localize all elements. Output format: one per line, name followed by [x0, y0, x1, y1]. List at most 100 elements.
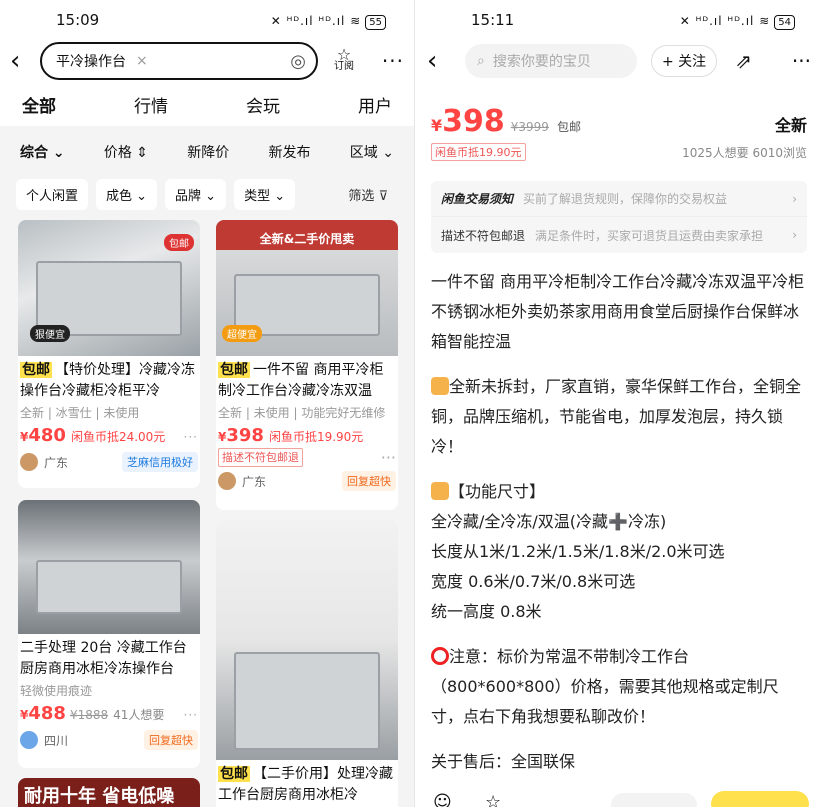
more-icon[interactable]: ··· — [792, 49, 811, 73]
emoji-icon — [431, 482, 449, 500]
trade-notice-box: 闲鱼交易须知 买前了解退货规则，保障你的交易权益 › 描述不符包邮退 满足条件时，买家… — [431, 181, 807, 253]
clear-icon[interactable]: × — [136, 53, 148, 69]
cheap-sticker: 超便宜 — [222, 325, 262, 342]
product-detail-screen: 15:11 ✕ ᴴᴰ.ıl ᴴᴰ.ıl ≋ 54 ‹ ⌕ 搜索你要的宝贝 + 关注 … — [414, 0, 823, 807]
refund-badge: 描述不符包邮退 — [218, 448, 303, 467]
subscribe-button[interactable]: ☆ 订阅 — [334, 45, 354, 73]
baoyou-label: 包邮 — [556, 120, 581, 134]
signal-icons: ✕ ᴴᴰ.ıl ᴴᴰ.ıl ≋ — [270, 13, 362, 28]
sort-default[interactable]: 综合 ⌄ — [20, 142, 65, 162]
result-tabs: 全部 行情 会玩 用户 — [0, 82, 414, 126]
price-row: ¥398 ¥3999 包邮 全新 — [415, 82, 823, 139]
product-card[interactable]: 耐用十年 省电低噪 — [18, 778, 200, 807]
product-card[interactable]: 全新&二手价甩卖 超便宜 包邮 一件不留 商用平冷柜制冷工作台冷藏冷冻双温 全新 |… — [216, 220, 398, 510]
detail-header: ‹ ⌕ 搜索你要的宝贝 + 关注 ⇗ ··· — [415, 40, 823, 82]
product-title: 包邮 【特价处理】冷藏冷冻操作台冷藏柜冷柜平冷 — [18, 356, 200, 402]
subscribe-icon: ☆ — [336, 45, 352, 64]
more-dots-icon[interactable]: ··· — [184, 430, 198, 444]
product-card[interactable]: 包邮 【二手价用】处理冷藏工作台厨房商用冰柜冷 — [216, 520, 398, 807]
desc-note: 注意：标价为常温不带制冷工作台（800*600*800）价格，需要其他规格或定制… — [431, 642, 807, 732]
trade-notice-row[interactable]: 闲鱼交易须知 买前了解退货规则，保障你的交易权益 › — [431, 181, 807, 217]
product-card[interactable]: 二手处理 20台 冷藏工作台厨房商用冰柜冷冻操作台 轻微使用痕迹 ¥488 ¥18… — [18, 500, 200, 768]
battery-icon: 55 — [365, 14, 386, 30]
desc-spec-line: 长度从1米/1.2米/1.5米/1.8米/2.0米可选 — [431, 542, 725, 561]
desc-features: 全新未拆封，厂家直销，豪华保鲜工作台，全铜全铜，品牌压缩机，节能省电，加厚发泡层… — [431, 372, 807, 462]
search-results-screen: 15:09 ✕ ᴴᴰ.ıl ᴴᴰ.ıl ≋ 55 ‹ 平冷操作台 × ◎ ☆ 订阅 … — [0, 0, 414, 807]
price: ¥488 — [20, 703, 66, 724]
product-description: 一件不留 商用平冷柜制冷工作台冷藏冷冻双温平冷柜不锈钢冰柜外卖奶茶家用商用食堂后… — [415, 253, 823, 777]
more-icon[interactable]: ··· — [382, 49, 404, 73]
status-bar: 15:09 ✕ ᴴᴰ.ıl ᴴᴰ.ıl ≋ 55 — [0, 0, 414, 40]
chip-brand[interactable]: 品牌 ⌄ — [165, 178, 227, 210]
chip-personal[interactable]: 个人闲置 — [16, 178, 89, 210]
status-time: 15:09 — [56, 11, 100, 29]
sort-new-post[interactable]: 新发布 — [269, 142, 311, 162]
back-arrow-icon[interactable]: ‹ — [10, 48, 40, 74]
signal-icons: ✕ ᴴᴰ.ıl ᴴᴰ.ıl ≋ — [679, 13, 771, 28]
tab-play[interactable]: 会玩 — [246, 92, 280, 117]
credit-badge: 芝麻信用极好 — [122, 452, 198, 472]
seller-row: 四川 回复超快 — [18, 726, 200, 754]
counter-illustration — [36, 560, 182, 614]
tab-all[interactable]: 全部 — [20, 92, 58, 117]
desc-features-text: 全新未拆封，厂家直销，豪华保鲜工作台，全铜全铜，品牌压缩机，节能省电，加厚发泡层… — [431, 377, 802, 456]
price-value: 480 — [28, 425, 66, 446]
more-dots-icon[interactable]: ··· — [184, 708, 198, 722]
tab-users[interactable]: 用户 — [358, 92, 392, 117]
desc-title: 一件不留 商用平冷柜制冷工作台冷藏冷冻双温平冷柜不锈钢冰柜外卖奶茶家用商用食堂后… — [431, 272, 805, 351]
tab-market[interactable]: 行情 — [134, 92, 168, 117]
favorite-icon[interactable]: ☆ — [485, 792, 501, 807]
sort-new-price[interactable]: 新降价 — [187, 142, 229, 162]
price-value: 398 — [442, 104, 505, 139]
battery-icon: 54 — [774, 14, 795, 30]
want-count: 41人想要 — [113, 708, 165, 722]
sort-region[interactable]: 区域 ⌄ — [350, 142, 394, 162]
baoyou-tag: 包邮 — [218, 362, 250, 378]
badge-row: 描述不符包邮退 ··· — [216, 448, 398, 467]
product-card[interactable]: 包邮 狠便宜 包邮 【特价处理】冷藏冷冻操作台冷藏柜冷柜平冷 全新 | 冰雪仕 | … — [18, 220, 200, 488]
chat-icon[interactable]: ☺ — [433, 792, 452, 807]
image-ribbon: 全新&二手价甩卖 — [259, 232, 355, 246]
want-button[interactable] — [711, 791, 809, 807]
sort-price[interactable]: 价格 ⇕ — [104, 142, 148, 162]
more-dots-icon[interactable]: ··· — [381, 448, 396, 467]
status-icons: ✕ ᴴᴰ.ıl ᴴᴰ.ıl ≋ 54 — [680, 11, 795, 30]
follow-button[interactable]: + 关注 — [651, 45, 718, 77]
refund-title: 描述不符包邮退 — [441, 228, 526, 243]
avatar — [20, 731, 38, 749]
notice-title: 闲鱼交易须知 — [441, 192, 514, 206]
counter-illustration — [234, 652, 380, 751]
product-title: 包邮 【二手价用】处理冷藏工作台厨房商用冰柜冷 — [216, 760, 398, 806]
location: 广东 — [242, 474, 267, 489]
chip-condition[interactable]: 成色 ⌄ — [96, 178, 158, 210]
refund-row[interactable]: 描述不符包邮退 满足条件时，买家可退货且运费由卖家承担 › — [431, 217, 807, 253]
sort-bar: 综合 ⌄ 价格 ⇕ 新降价 新发布 区域 ⌄ — [0, 130, 414, 174]
chevron-right-icon: › — [792, 191, 797, 206]
search-input[interactable]: ⌕ 搜索你要的宝贝 — [465, 44, 637, 78]
share-icon[interactable]: ⇗ — [735, 49, 752, 73]
search-input[interactable]: 平冷操作台 × ◎ — [40, 42, 318, 80]
filter-button[interactable]: 筛选 ⊽ — [338, 179, 398, 210]
red-circle-icon — [431, 647, 449, 665]
status-bar: 15:11 ✕ ᴴᴰ.ıl ᴴᴰ.ıl ≋ 54 — [415, 0, 823, 40]
price-value: 398 — [226, 425, 264, 446]
coin-offset-badge: 闲鱼币抵19.90元 — [431, 143, 526, 161]
notice-text: 买前了解退货规则，保障你的交易权益 — [523, 192, 728, 206]
title-text: 二手处理 20台 冷藏工作台厨房商用冰柜冷冻操作台 — [20, 640, 187, 677]
reply-badge: 回复超快 — [144, 730, 198, 750]
back-arrow-icon[interactable]: ‹ — [427, 48, 457, 74]
price: ¥398 — [431, 104, 505, 139]
price: ¥398 — [218, 425, 264, 446]
chip-type[interactable]: 类型 ⌄ — [234, 178, 296, 210]
desc-aftersale: 关于售后：全国联保 — [431, 752, 576, 771]
product-meta: 全新 | 冰雪仕 | 未使用 — [20, 406, 140, 420]
baoyou-tag: 包邮 — [20, 362, 52, 378]
coin-offset: 闲鱼币抵19.90元 — [268, 430, 364, 444]
status-icons: ✕ ᴴᴰ.ıl ᴴᴰ.ıl ≋ 55 — [271, 11, 386, 30]
coin-offset: 闲鱼币抵24.00元 — [70, 430, 166, 444]
desc-spec-heading: 【功能尺寸】 — [431, 477, 807, 507]
baoyou-sticker: 包邮 — [164, 234, 194, 251]
camera-icon[interactable]: ◎ — [290, 51, 306, 72]
location: 四川 — [44, 733, 69, 748]
secondary-button[interactable] — [611, 793, 697, 807]
